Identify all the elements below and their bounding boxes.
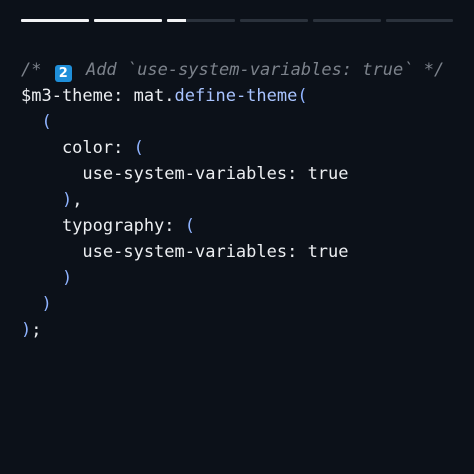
keycap-digit-two-icon: 2 xyxy=(54,65,72,82)
code-token-plain: typography: xyxy=(21,216,185,236)
code-token-paren: ( xyxy=(297,86,308,106)
progress-fill-2 xyxy=(94,19,162,22)
code-token-plain: use-system-variables: true xyxy=(21,242,349,262)
code-line-4: color: ( xyxy=(21,135,444,161)
progress-segment-5[interactable] xyxy=(313,19,381,22)
code-token-comment: /* xyxy=(21,60,52,80)
code-token-punct: , xyxy=(72,190,83,210)
code-line-3: ( xyxy=(21,109,444,135)
code-token-paren: ) xyxy=(61,268,73,288)
code-token-plain: use-system-variables: true xyxy=(21,164,349,184)
progress-segment-1[interactable] xyxy=(21,19,89,22)
code-token-func: define-theme xyxy=(174,86,298,106)
code-line-5: use-system-variables: true xyxy=(21,161,444,187)
code-token-paren: ( xyxy=(184,216,196,236)
code-token-paren: ) xyxy=(21,320,32,340)
progress-segment-6[interactable] xyxy=(386,19,453,22)
progress-fill-3 xyxy=(167,19,187,22)
code-token-comment: Add `use-system-variables: true` */ xyxy=(75,60,445,80)
code-token-punct: ; xyxy=(31,320,42,340)
progress-segment-2[interactable] xyxy=(94,19,162,22)
code-line-8: use-system-variables: true xyxy=(21,239,444,265)
code-token-plain: color: xyxy=(21,138,134,158)
code-line-10: ) xyxy=(21,291,444,317)
code-line-7: typography: ( xyxy=(21,213,444,239)
code-line-2: $m3-theme: mat.define-theme( xyxy=(21,83,444,109)
code-line-1: /* 2 Add `use-system-variables: true` */ xyxy=(21,57,444,83)
progress-segment-3[interactable] xyxy=(167,19,235,22)
code-token-paren: ( xyxy=(41,112,52,132)
progress-segment-4[interactable] xyxy=(240,19,308,22)
code-line-9: ) xyxy=(21,265,444,291)
code-line-6: ), xyxy=(21,187,444,213)
code-token-plain: $m3-theme: mat. xyxy=(21,86,175,106)
code-token-paren: ) xyxy=(61,190,73,210)
progress-fill-1 xyxy=(21,19,89,22)
code-block: /* 2 Add `use-system-variables: true` */… xyxy=(21,57,444,343)
code-line-11: ); xyxy=(21,317,444,343)
code-token-paren: ) xyxy=(41,294,52,314)
code-token-paren: ( xyxy=(133,138,144,158)
story-progress-bar xyxy=(21,19,453,23)
story-slide[interactable]: /* 2 Add `use-system-variables: true` */… xyxy=(0,0,474,474)
